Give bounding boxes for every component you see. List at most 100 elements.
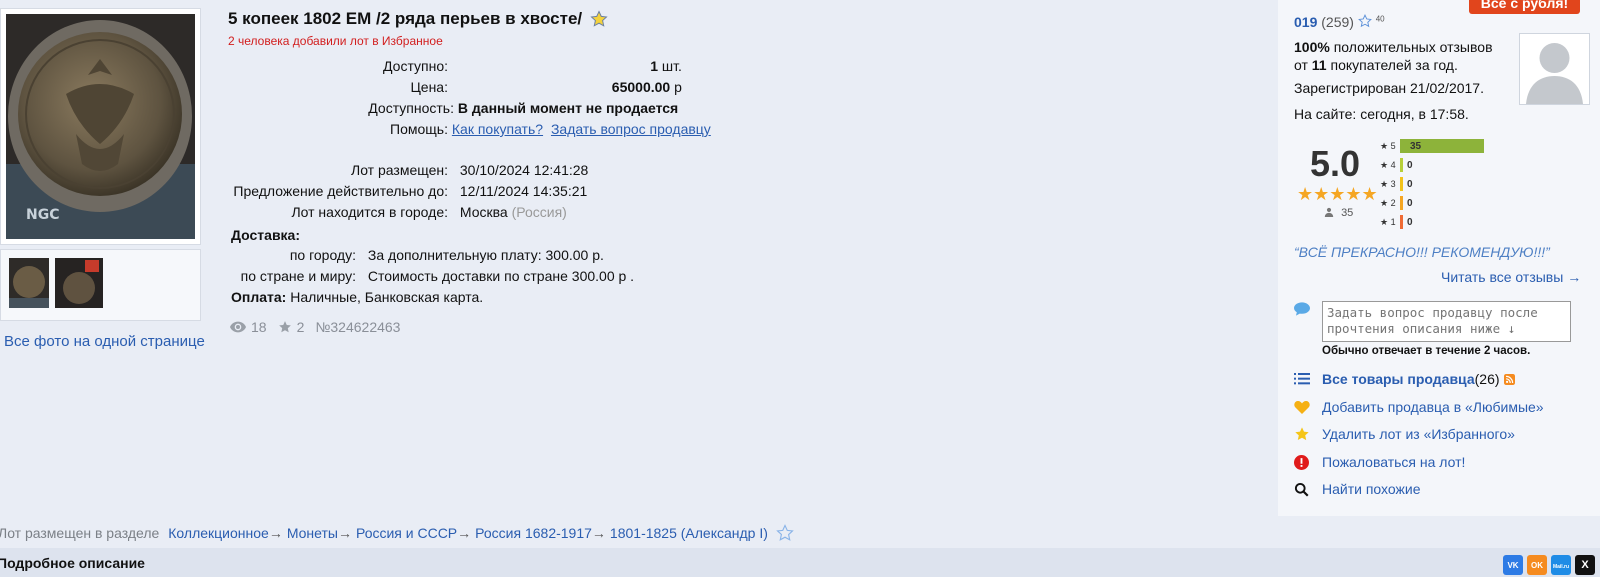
warning-icon [1294,454,1309,470]
ask-seller-link[interactable]: Задать вопрос продавцу [551,121,711,137]
breadcrumb-item-4[interactable]: Россия 1682-1917 [475,525,592,541]
remove-lot-link[interactable]: Удалить лот из «Избранного» [1294,426,1515,442]
ask-seller-input[interactable] [1322,301,1571,342]
price-row: Цена: 65000.00 р [230,79,682,95]
rating-bar [1400,215,1403,229]
reviews-count: 35 [1341,207,1354,219]
rating-row-star: ★ 4 [1380,159,1396,170]
breadcrumb-arrow: → [268,525,283,541]
rating-row-value: 0 [1407,159,1413,171]
description-title: Подробное описание [0,555,145,571]
breadcrumb-item-1[interactable]: Коллекционное [168,525,269,541]
delivery-city-label: по городу: [289,247,356,263]
valid-label: Предложение действительно до: [233,183,448,199]
favorites-note: 2 человека добавили лот в Избранное [228,34,443,48]
sale-tag[interactable]: Все с рубля! [1469,0,1580,14]
star-icon [278,321,291,333]
all-photos-link[interactable]: Все фото на одной странице [4,333,205,350]
rating-row-1: ★ 1 0 [1380,215,1413,229]
delivery-country-row: по стране и миру: Стоимость доставки по … [230,268,634,284]
rating-row-value: 0 [1407,197,1413,209]
rating-bar [1400,177,1403,191]
positive-text: положительных отзывов [1329,39,1493,55]
svg-text:NGC: NGC [26,207,59,223]
available-unit: шт. [658,58,682,74]
lot-title-text: 5 копеек 1802 ЕМ /2 ряда перьев в хвосте… [228,9,583,28]
positive-pct: 100% [1294,39,1330,55]
delivery-country-label: по стране и миру: [240,268,356,284]
find-similar-label[interactable]: Найти похожие [1322,481,1421,497]
city-value: Москва [459,204,508,220]
coin-image: NGC [6,14,195,239]
rss-icon[interactable] [1503,373,1515,385]
read-reviews-link[interactable]: Читать все отзывы → [1441,269,1581,285]
breadcrumb-item-3[interactable]: Россия и СССР [356,525,457,541]
how-to-buy-link[interactable]: Как покупать? [452,121,543,137]
posted-label: Лот размещен: [351,162,448,178]
buyers-line: от 11 покупателей за год. [1294,57,1458,73]
breadcrumb-arrow: → [457,525,472,541]
remove-lot-label[interactable]: Удалить лот из «Избранного» [1322,426,1515,442]
x-share-icon[interactable]: X [1575,555,1595,575]
heart-icon [1294,400,1310,414]
all-items-link[interactable]: Все товары продавца (26) [1294,371,1515,387]
vk-share-icon[interactable]: VK [1503,555,1523,575]
review-quote: “ВСЁ ПРЕКРАСНО!!! РЕКОМЕНДУЮ!!!” [1294,244,1550,260]
all-items-label[interactable]: Все товары продавца [1322,371,1475,387]
x-label: X [1581,559,1589,571]
category-star-icon[interactable] [776,524,794,542]
seller-header: 019 (259) 40 [1294,14,1385,30]
avatar-icon [1526,43,1583,104]
buyers-count: 11 [1311,57,1327,73]
rating-row-star: ★ 5 [1380,140,1396,151]
reply-time: Обычно отвечает в течение 2 часов. [1322,345,1531,357]
payment-value: Наличные, Банковская карта. [290,289,484,305]
thumbnail-1[interactable] [9,258,49,308]
delivery-city-value: За дополнительную плату: 300.00 р. [367,247,604,263]
rating-bar [1400,196,1403,210]
stars-count: 2 [296,319,305,335]
main-photo[interactable]: NGC [0,8,201,245]
ok-label: OK [1531,561,1543,570]
available-qty: 1 [650,58,659,74]
help-label: Помощь: [390,121,448,137]
all-items-count: (26) [1474,371,1500,387]
star-icon [1295,427,1309,441]
delivery-country-value: Стоимость доставки по стране 300.00 р . [367,268,635,284]
posted-value: 30/10/2024 12:41:28 [459,162,589,178]
valid-until-row: Предложение действительно до: 12/11/2024… [230,183,587,199]
price-currency: р [670,79,682,95]
add-favorite-seller-link[interactable]: Добавить продавца в «Любимые» [1294,399,1544,415]
mailru-share-icon[interactable]: Mail.ru [1551,555,1571,575]
search-icon [1294,482,1309,497]
breadcrumb: Лот размещен в разделе Коллекционное → М… [0,524,794,542]
list-icon [1294,373,1310,385]
rating-row-value: 35 [1410,140,1422,152]
price-value: 65000.00 [611,79,671,95]
availability-value: В данный момент не продается [457,100,679,116]
ok-share-icon[interactable]: OK [1527,555,1547,575]
complain-label[interactable]: Пожаловаться на лот! [1322,454,1465,470]
available-row: Доступно: 1 шт. [230,58,682,74]
find-similar-link[interactable]: Найти похожие [1294,481,1421,497]
breadcrumb-item-5[interactable]: 1801-1825 (Александр I) [610,525,768,541]
avatar[interactable] [1519,33,1590,105]
delivery-city-row: по городу: За дополнительную плату: 300.… [230,247,604,263]
seller-count: (259) [1321,14,1354,30]
reviews-count-line: 35 [1324,207,1353,219]
online-status: На сайте: сегодня, в 17:58. [1294,106,1469,122]
rating-stars: ★★★★★ [1297,184,1378,204]
positive-line: 100% положительных отзывов [1294,39,1493,55]
breadcrumb-arrow: → [591,525,606,541]
lot-stats: 18 2 №324622463 [230,319,400,335]
views-count: 18 [251,319,267,335]
breadcrumb-item-2[interactable]: Монеты [287,525,338,541]
complain-link[interactable]: Пожаловаться на лот! [1294,454,1465,470]
add-favorite-label[interactable]: Добавить продавца в «Любимые» [1322,399,1544,415]
valid-value: 12/11/2024 14:35:21 [459,183,588,199]
favorite-star-icon[interactable] [590,10,608,28]
thumbnail-2[interactable] [55,258,103,308]
lot-number: №324622463 [315,319,401,335]
seller-name[interactable]: 019 [1294,14,1317,30]
help-row: Помощь: Как покупать? Задать вопрос прод… [230,121,711,137]
